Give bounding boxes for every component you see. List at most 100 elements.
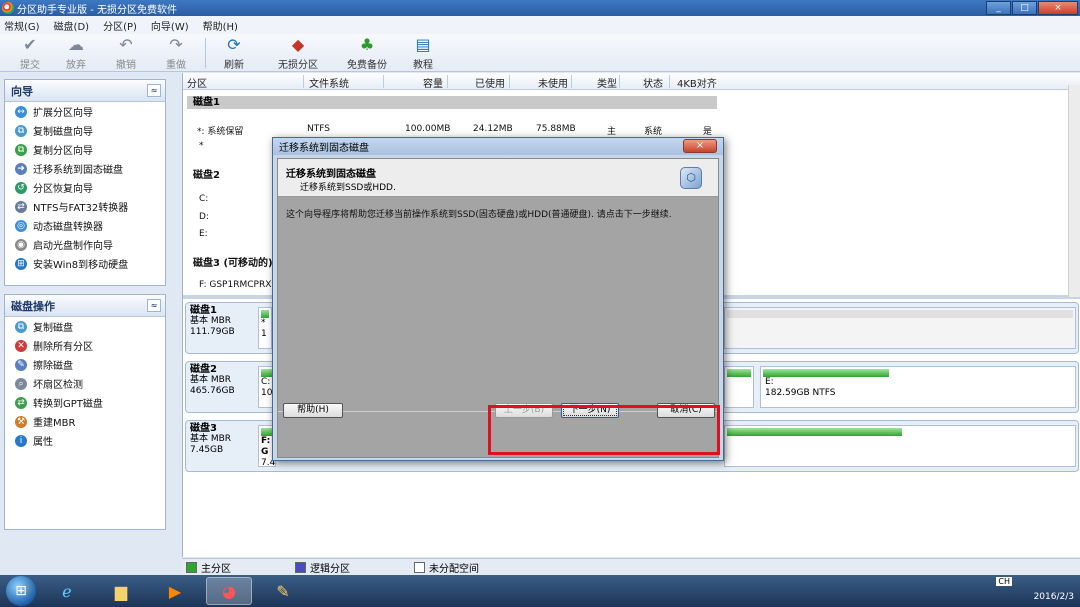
menu-disk[interactable]: 磁盘(D) — [54, 18, 90, 33]
disk-info: 磁盘3 基本 MBR 7.45GB — [190, 423, 232, 455]
window-controls: _ □ × — [986, 1, 1078, 15]
disk-operations-panel: 磁盘操作 ≈ ⧉ 复制磁盘 ✕ 删除所有分区 ✎ 擦除磁盘 ⌕ 坏扇区检测 ⇄ 转换到GP… — [4, 294, 166, 530]
partition-name[interactable]: E: — [199, 229, 208, 239]
col-free[interactable]: 未使用 — [538, 75, 568, 90]
collapse-chevron-icon[interactable]: ≈ — [147, 299, 161, 312]
redo-icon: ↷ — [169, 35, 183, 54]
paint-icon[interactable]: ✎ — [260, 577, 306, 605]
menu-partition[interactable]: 分区(P) — [103, 18, 137, 33]
wizard-dynamic-disk[interactable]: ◎ 动态磁盘转换器 — [5, 216, 165, 235]
col-capacity[interactable]: 容量 — [423, 75, 443, 90]
wizard-copy-disk[interactable]: ⧉ 复制磁盘向导 — [5, 121, 165, 140]
menu-wizard[interactable]: 向导(W) — [151, 18, 189, 33]
copy-disk-icon: ⧉ — [15, 124, 27, 137]
col-status[interactable]: 状态 — [643, 75, 663, 90]
wizard-extend-partition[interactable]: ↔ 扩展分区向导 — [5, 102, 165, 121]
op-convert-gpt[interactable]: ⇄ 转换到GPT磁盘 — [5, 393, 165, 412]
partition-block[interactable] — [724, 425, 1076, 467]
media-player-icon[interactable]: ▶ — [152, 577, 198, 605]
col-filesystem[interactable]: 文件系统 — [309, 75, 349, 90]
partition-block[interactable]: * 1 — [258, 307, 272, 349]
lossless-partition-button[interactable]: ◆ 无损分区 — [268, 36, 328, 72]
tutorial-icon: ▤ — [415, 35, 431, 54]
partition-assistant-task-icon[interactable]: ◕ — [206, 577, 252, 605]
toolbar: ✔ 提交 ☁ 放弃 ↶ 撤销 ↷ 重做 ⟳ 刷新 ◆ 无损分区 ♣ 免费备份 ▤ 教程 — [0, 34, 1080, 72]
refresh-icon: ⟳ — [227, 35, 241, 54]
column-divider[interactable] — [571, 75, 572, 88]
partition-name[interactable]: * — [199, 141, 204, 151]
vertical-scrollbar[interactable] — [1068, 85, 1080, 297]
close-button[interactable]: × — [1038, 1, 1078, 15]
disk3-header[interactable]: 磁盘3 (可移动的) — [193, 254, 273, 269]
op-bad-sector-check[interactable]: ⌕ 坏扇区检测 — [5, 374, 165, 393]
primary-swatch — [186, 561, 197, 573]
app-logo-icon — [2, 2, 14, 14]
menu-help[interactable]: 帮助(H) — [203, 18, 238, 33]
dialog-header: 迁移系统到固态磁盘 迁移系统到SSD或HDD. ⬡ — [278, 159, 718, 197]
partition-name[interactable]: F: GSP1RMCPRXF — [199, 280, 277, 290]
usage-bar — [727, 310, 1073, 318]
partition-block[interactable] — [724, 307, 1076, 349]
maximize-button[interactable]: □ — [1012, 1, 1037, 15]
wizard-boot-cd[interactable]: ◉ 启动光盘制作向导 — [5, 235, 165, 254]
menu-bar: 常规(G) 磁盘(D) 分区(P) 向导(W) 帮助(H) — [0, 16, 1080, 34]
menu-general[interactable]: 常规(G) — [4, 18, 40, 33]
free-backup-button[interactable]: ♣ 免费备份 — [337, 36, 397, 72]
partition-name[interactable]: *: 系统保留 — [197, 124, 243, 137]
wizard-copy-partition[interactable]: ⧉ 复制分区向导 — [5, 140, 165, 159]
copy-partition-icon: ⧉ — [15, 143, 27, 156]
start-button[interactable]: ⊞ — [6, 576, 36, 606]
minimize-button[interactable]: _ — [986, 1, 1011, 15]
disk-info: 磁盘1 基本 MBR 111.79GB — [190, 305, 235, 337]
redo-button[interactable]: ↷ 重做 — [146, 35, 206, 72]
col-used[interactable]: 已使用 — [475, 75, 505, 90]
disk-migrate-icon: ⬡ — [680, 167, 702, 189]
dialog-close-button[interactable]: × — [683, 139, 717, 153]
col-partition[interactable]: 分区 — [187, 75, 207, 90]
wizard-partition-recovery[interactable]: ↺ 分区恢复向导 — [5, 178, 165, 197]
boot-cd-icon: ◉ — [15, 238, 27, 251]
dialog-description: 这个向导程序将帮助您迁移当前操作系统到SSD(固态硬盘)或HDD(普通硬盘). … — [286, 210, 672, 220]
op-properties[interactable]: i 属性 — [5, 431, 165, 450]
dialog-title-bar: 迁移系统到固态磁盘 × — [273, 138, 723, 155]
collapse-chevron-icon[interactable]: ≈ — [147, 84, 161, 97]
op-copy-disk[interactable]: ⧉ 复制磁盘 — [5, 317, 165, 336]
op-rebuild-mbr[interactable]: ⚒ 重建MBR — [5, 412, 165, 431]
language-indicator[interactable]: CH — [996, 577, 1012, 586]
partition-fs: NTFS — [307, 124, 330, 134]
wizard-migrate-os[interactable]: ➜ 迁移系统到固态磁盘 — [5, 159, 165, 178]
clock-date[interactable]: 2016/2/3 — [1034, 592, 1074, 602]
col-type[interactable]: 类型 — [597, 75, 617, 90]
partition-align: 是 — [703, 127, 713, 137]
column-divider[interactable] — [669, 75, 670, 88]
column-divider[interactable] — [447, 75, 448, 88]
disk1-header[interactable]: 磁盘1 — [187, 96, 717, 109]
wizard-ntfs-fat32[interactable]: ⇄ NTFS与FAT32转换器 — [5, 197, 165, 216]
dynamic-disk-icon: ◎ — [15, 219, 27, 232]
extend-icon: ↔ — [15, 105, 27, 118]
wizard-win8-usb[interactable]: ⊞ 安装Win8到移动硬盘 — [5, 254, 165, 273]
column-divider[interactable] — [619, 75, 620, 88]
partition-name[interactable]: D: — [199, 212, 209, 222]
refresh-button[interactable]: ⟳ 刷新 — [204, 35, 264, 72]
folder-icon[interactable]: ▆ — [98, 577, 144, 605]
partition-name[interactable]: C: — [199, 194, 208, 204]
help-button[interactable]: 帮助(H) — [283, 403, 343, 418]
convert-gpt-icon: ⇄ — [15, 396, 27, 409]
column-divider[interactable] — [303, 75, 304, 88]
disk2-header[interactable]: 磁盘2 — [193, 166, 220, 181]
windows-icon: ⊞ — [15, 257, 27, 270]
col-4k-align[interactable]: 4KB对齐 — [677, 75, 717, 90]
window-title: 分区助手专业版 - 无损分区免费软件 — [17, 4, 177, 16]
ie-icon[interactable]: ℯ — [44, 577, 90, 605]
check-icon: ✔ — [23, 35, 37, 54]
op-delete-all-partitions[interactable]: ✕ 删除所有分区 — [5, 336, 165, 355]
partition-block[interactable]: E: 182.59GB NTFS — [760, 366, 1076, 408]
op-wipe-disk[interactable]: ✎ 擦除磁盘 — [5, 355, 165, 374]
partition-block[interactable] — [724, 366, 754, 408]
dialog-subheading: 迁移系统到SSD或HDD. — [300, 183, 396, 193]
tutorial-button[interactable]: ▤ 教程 — [393, 35, 453, 72]
column-divider[interactable] — [509, 75, 510, 88]
wizard-panel-header: 向导 ≈ — [5, 80, 165, 102]
column-divider[interactable] — [383, 75, 384, 88]
